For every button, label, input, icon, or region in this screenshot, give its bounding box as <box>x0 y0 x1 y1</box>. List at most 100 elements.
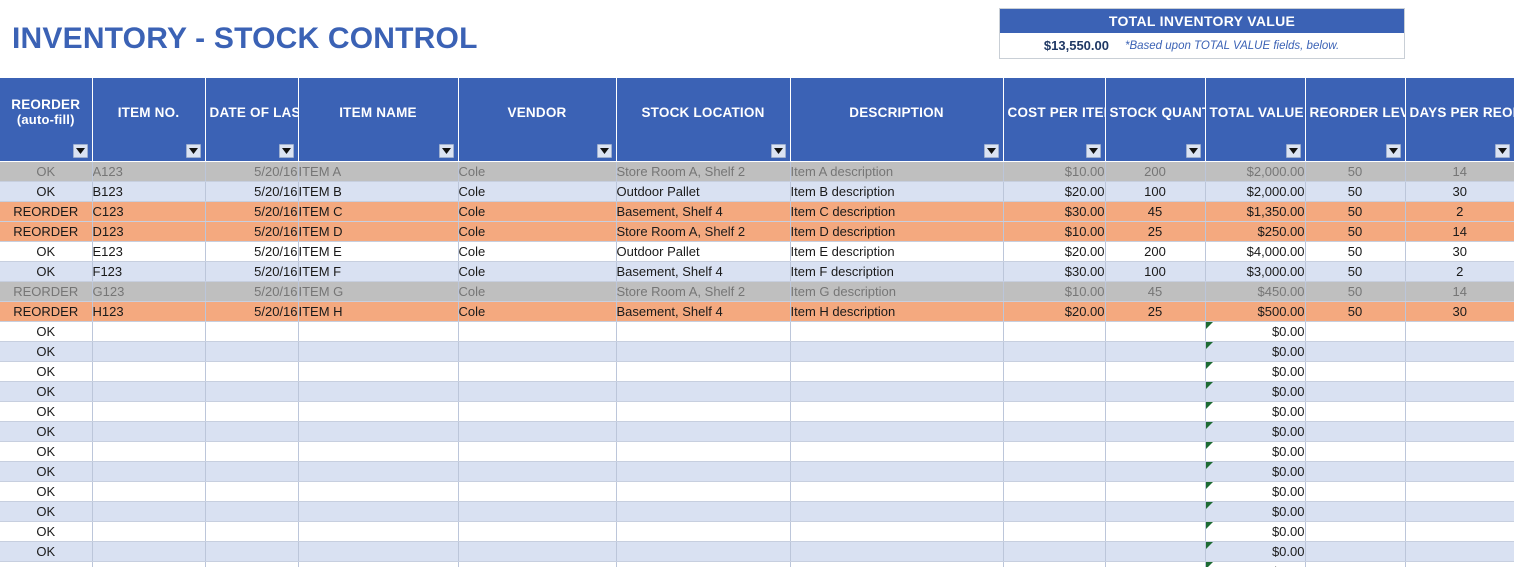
cell-stock-location[interactable] <box>616 541 790 561</box>
cell-reorder-level[interactable]: 50 <box>1305 221 1405 241</box>
cell-reorder-level[interactable] <box>1305 461 1405 481</box>
cell-stock-location[interactable]: Outdoor Pallet <box>616 181 790 201</box>
cell-item-name[interactable] <box>298 341 458 361</box>
table-row[interactable]: OKB1235/20/16ITEM BColeOutdoor PalletIte… <box>0 181 1514 201</box>
cell-cost-per-item[interactable]: $30.00 <box>1003 261 1105 281</box>
cell-cost-per-item[interactable] <box>1003 341 1105 361</box>
cell-stock-quantity[interactable] <box>1105 441 1205 461</box>
cell-days-per-reorder[interactable]: 30 <box>1405 181 1514 201</box>
table-row[interactable]: OKF1235/20/16ITEM FColeBasement, Shelf 4… <box>0 261 1514 281</box>
cell-reorder-level[interactable] <box>1305 321 1405 341</box>
cell-total-value[interactable]: $0.00 <box>1205 421 1305 441</box>
cell-cost-per-item[interactable] <box>1003 401 1105 421</box>
cell-stock-location[interactable] <box>616 381 790 401</box>
cell-total-value[interactable]: $0.00 <box>1205 321 1305 341</box>
cell-reorder[interactable]: OK <box>0 321 92 341</box>
filter-dropdown-icon[interactable] <box>1495 144 1510 158</box>
cell-total-value[interactable]: $0.00 <box>1205 561 1305 567</box>
cell-stock-location[interactable]: Outdoor Pallet <box>616 241 790 261</box>
cell-days-per-reorder[interactable] <box>1405 481 1514 501</box>
cell-stock-location[interactable]: Basement, Shelf 4 <box>616 301 790 321</box>
table-row[interactable]: REORDERG1235/20/16ITEM GColeStore Room A… <box>0 281 1514 301</box>
filter-dropdown-icon[interactable] <box>1186 144 1201 158</box>
cell-reorder[interactable]: OK <box>0 181 92 201</box>
cell-date-of-last-order[interactable] <box>205 361 298 381</box>
cell-date-of-last-order[interactable] <box>205 521 298 541</box>
cell-description[interactable]: Item D description <box>790 221 1003 241</box>
cell-description[interactable] <box>790 501 1003 521</box>
cell-cost-per-item[interactable]: $10.00 <box>1003 161 1105 181</box>
cell-reorder[interactable]: OK <box>0 401 92 421</box>
cell-vendor[interactable]: Cole <box>458 241 616 261</box>
cell-description[interactable]: Item F description <box>790 261 1003 281</box>
cell-item-no[interactable] <box>92 501 205 521</box>
filter-dropdown-icon[interactable] <box>279 144 294 158</box>
cell-date-of-last-order[interactable] <box>205 421 298 441</box>
table-row[interactable]: OK$0.00 <box>0 361 1514 381</box>
cell-item-no[interactable] <box>92 541 205 561</box>
cell-stock-location[interactable] <box>616 481 790 501</box>
cell-vendor[interactable]: Cole <box>458 301 616 321</box>
cell-cost-per-item[interactable]: $20.00 <box>1003 301 1105 321</box>
cell-stock-quantity[interactable]: 45 <box>1105 201 1205 221</box>
cell-reorder-level[interactable]: 50 <box>1305 301 1405 321</box>
filter-dropdown-icon[interactable] <box>771 144 786 158</box>
cell-cost-per-item[interactable] <box>1003 321 1105 341</box>
cell-reorder[interactable]: OK <box>0 561 92 567</box>
table-row[interactable]: OK$0.00 <box>0 501 1514 521</box>
cell-item-name[interactable] <box>298 401 458 421</box>
cell-total-value[interactable]: $0.00 <box>1205 361 1305 381</box>
cell-item-name[interactable] <box>298 361 458 381</box>
cell-total-value[interactable]: $0.00 <box>1205 341 1305 361</box>
cell-item-no[interactable]: D123 <box>92 221 205 241</box>
cell-date-of-last-order[interactable] <box>205 321 298 341</box>
filter-dropdown-icon[interactable] <box>1286 144 1301 158</box>
cell-total-value[interactable]: $0.00 <box>1205 381 1305 401</box>
cell-vendor[interactable] <box>458 421 616 441</box>
cell-reorder-level[interactable]: 50 <box>1305 281 1405 301</box>
cell-stock-quantity[interactable]: 45 <box>1105 281 1205 301</box>
cell-vendor[interactable] <box>458 541 616 561</box>
cell-vendor[interactable] <box>458 401 616 421</box>
cell-item-name[interactable] <box>298 541 458 561</box>
filter-dropdown-icon[interactable] <box>1386 144 1401 158</box>
cell-description[interactable] <box>790 321 1003 341</box>
cell-item-name[interactable]: ITEM A <box>298 161 458 181</box>
cell-days-per-reorder[interactable] <box>1405 401 1514 421</box>
cell-cost-per-item[interactable] <box>1003 381 1105 401</box>
cell-item-no[interactable] <box>92 441 205 461</box>
cell-item-no[interactable]: F123 <box>92 261 205 281</box>
cell-days-per-reorder[interactable]: 14 <box>1405 281 1514 301</box>
cell-stock-location[interactable] <box>616 521 790 541</box>
cell-cost-per-item[interactable]: $10.00 <box>1003 281 1105 301</box>
cell-date-of-last-order[interactable] <box>205 401 298 421</box>
cell-days-per-reorder[interactable] <box>1405 341 1514 361</box>
cell-item-name[interactable] <box>298 381 458 401</box>
cell-total-value[interactable]: $0.00 <box>1205 501 1305 521</box>
cell-stock-location[interactable] <box>616 321 790 341</box>
cell-cost-per-item[interactable]: $30.00 <box>1003 201 1105 221</box>
cell-days-per-reorder[interactable]: 30 <box>1405 301 1514 321</box>
cell-reorder-level[interactable] <box>1305 541 1405 561</box>
cell-date-of-last-order[interactable]: 5/20/16 <box>205 221 298 241</box>
cell-reorder[interactable]: OK <box>0 461 92 481</box>
table-row[interactable]: REORDERC1235/20/16ITEM CColeBasement, Sh… <box>0 201 1514 221</box>
cell-cost-per-item[interactable]: $20.00 <box>1003 181 1105 201</box>
cell-item-name[interactable] <box>298 521 458 541</box>
cell-date-of-last-order[interactable] <box>205 381 298 401</box>
cell-item-name[interactable]: ITEM E <box>298 241 458 261</box>
cell-reorder[interactable]: OK <box>0 421 92 441</box>
cell-total-value[interactable]: $0.00 <box>1205 401 1305 421</box>
cell-vendor[interactable] <box>458 361 616 381</box>
cell-item-name[interactable]: ITEM B <box>298 181 458 201</box>
cell-item-no[interactable] <box>92 481 205 501</box>
cell-reorder-level[interactable] <box>1305 421 1405 441</box>
filter-dropdown-icon[interactable] <box>1086 144 1101 158</box>
cell-cost-per-item[interactable]: $10.00 <box>1003 221 1105 241</box>
cell-cost-per-item[interactable] <box>1003 441 1105 461</box>
cell-reorder[interactable]: OK <box>0 241 92 261</box>
cell-reorder[interactable]: OK <box>0 261 92 281</box>
cell-stock-quantity[interactable] <box>1105 481 1205 501</box>
cell-days-per-reorder[interactable] <box>1405 521 1514 541</box>
cell-stock-quantity[interactable]: 200 <box>1105 161 1205 181</box>
